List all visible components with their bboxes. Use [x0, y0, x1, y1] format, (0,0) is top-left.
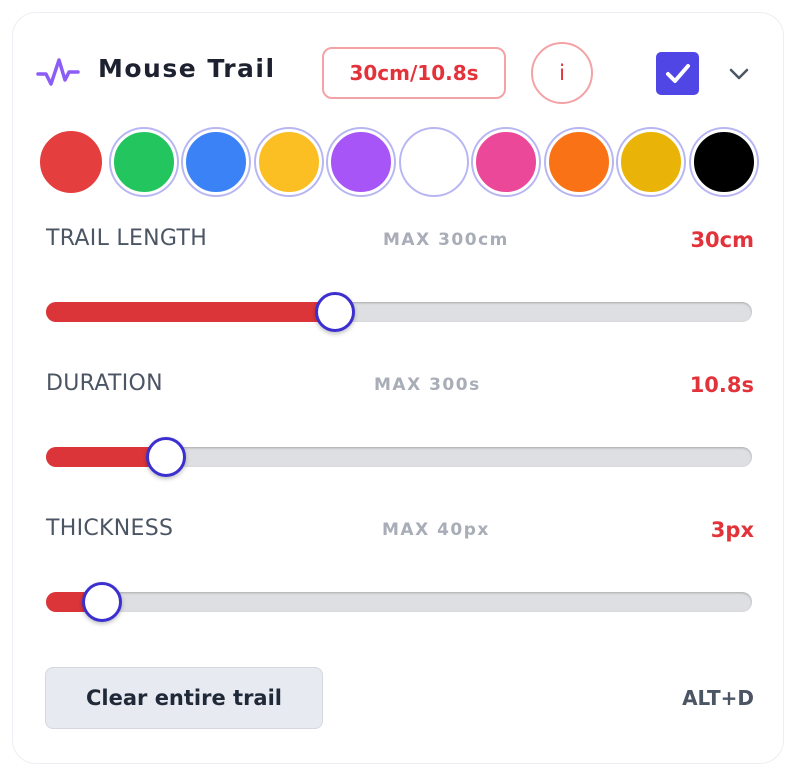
shortcut-hint: ALT+D: [682, 686, 754, 710]
enable-checkbox[interactable]: [656, 52, 699, 95]
thickness-slider[interactable]: [46, 582, 752, 622]
chevron-down-icon[interactable]: [725, 60, 753, 88]
color-swatch-white[interactable]: [400, 129, 467, 195]
trail-length-slider[interactable]: [46, 292, 752, 332]
color-swatch-orange[interactable]: [545, 129, 612, 195]
duration-label: DURATION: [46, 371, 163, 396]
color-swatch-green[interactable]: [110, 129, 177, 195]
trail-length-value: 30cm: [690, 228, 754, 252]
pulse-icon: [36, 58, 80, 86]
panel-title: Mouse Trail: [98, 54, 276, 83]
color-swatch-red[interactable]: [38, 129, 104, 195]
duration-value: 10.8s: [689, 373, 754, 397]
color-swatch-purple[interactable]: [328, 129, 394, 195]
duration-handle[interactable]: [146, 437, 187, 477]
check-icon: [665, 63, 690, 83]
color-swatch-black[interactable]: [690, 129, 757, 195]
thickness-max: MAX 40px: [382, 520, 490, 540]
thickness-value: 3px: [710, 518, 754, 542]
color-swatch-pink[interactable]: [473, 129, 539, 195]
duration-slider[interactable]: [46, 437, 752, 477]
trail-length-fill: [46, 302, 336, 322]
color-swatch-amber[interactable]: [255, 129, 322, 195]
trail-length-label: TRAIL LENGTH: [46, 226, 208, 251]
color-swatch-blue[interactable]: [183, 129, 249, 195]
info-button[interactable]: i: [531, 42, 593, 104]
clear-trail-button[interactable]: Clear entire trail: [45, 667, 323, 729]
summary-badge: 30cm/10.8s: [322, 47, 506, 99]
panel-header: Mouse Trail 30cm/10.8s i: [0, 0, 800, 120]
trail-length-max: MAX 300cm: [383, 230, 509, 250]
duration-max: MAX 300s: [374, 375, 481, 395]
color-swatch-gold[interactable]: [618, 129, 684, 195]
thickness-label: THICKNESS: [46, 516, 174, 541]
